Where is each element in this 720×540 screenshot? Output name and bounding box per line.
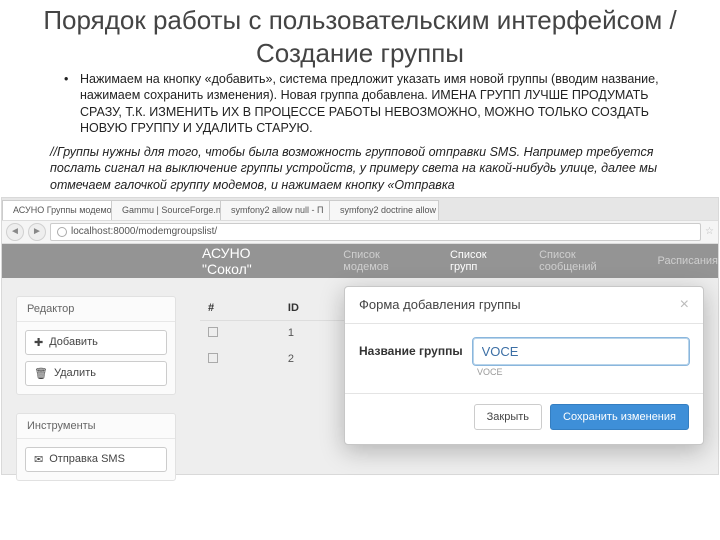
tab-label: symfony2 doctrine allow — [340, 205, 436, 215]
app-header: АСУНО "Сокол" Список модемов Список груп… — [2, 244, 718, 278]
url-text: localhost:8000/modemgroupslist/ — [71, 226, 217, 237]
globe-icon — [57, 227, 67, 237]
group-name-label: Название группы — [359, 344, 463, 358]
nav-groups[interactable]: Список групп — [450, 249, 515, 273]
panel-title: Инструменты — [17, 414, 175, 439]
group-name-input[interactable] — [473, 338, 689, 365]
col-hash: # — [200, 296, 280, 321]
tab-label: АСУНО Группы модемо — [13, 205, 112, 215]
bookmark-icon[interactable]: ☆ — [705, 226, 714, 237]
modal-close-button[interactable]: Закрыть — [474, 404, 542, 430]
trash-icon: 🗑 — [34, 367, 48, 380]
nav-messages[interactable]: Список сообщений — [539, 249, 633, 273]
url-field[interactable]: localhost:8000/modemgroupslist/ — [50, 223, 701, 241]
slide-title: Порядок работы с пользовательским интерф… — [0, 0, 720, 71]
panel-title: Редактор — [17, 297, 175, 322]
add-group-modal: Форма добавления группы × Название групп… — [344, 286, 704, 445]
input-hint: VOCE — [477, 367, 689, 377]
sidebar: Редактор ✚ Добавить 🗑 Удалить Инструменты … — [16, 296, 176, 499]
browser-tabstrip: АСУНО Группы модемо Gammu | SourceForge.… — [2, 198, 718, 220]
browser-tab[interactable]: АСУНО Группы модемо — [2, 200, 112, 220]
browser-tab[interactable]: symfony2 allow null - П — [220, 200, 330, 220]
app-brand[interactable]: АСУНО "Сокол" — [202, 245, 301, 277]
tools-panel: Инструменты ✉ Отправка SMS — [16, 413, 176, 481]
tab-label: Gammu | SourceForge.n — [122, 205, 221, 215]
add-button[interactable]: ✚ Добавить — [25, 330, 167, 355]
browser-tab[interactable]: Gammu | SourceForge.n — [111, 200, 221, 220]
browser-window: АСУНО Группы модемо Gammu | SourceForge.… — [1, 197, 719, 475]
row-checkbox[interactable] — [208, 353, 218, 363]
modal-title: Форма добавления группы — [359, 297, 521, 312]
slide-note: //Группы нужны для того, чтобы была возм… — [0, 142, 720, 197]
modal-save-button[interactable]: Сохранить изменения — [550, 404, 689, 430]
btn-label: Удалить — [54, 367, 96, 379]
close-icon[interactable]: × — [680, 297, 689, 313]
plus-icon: ✚ — [34, 336, 43, 349]
modal-header: Форма добавления группы × — [345, 287, 703, 324]
slide-bullet: Нажимаем на кнопку «добавить», система п… — [0, 71, 720, 142]
delete-button[interactable]: 🗑 Удалить — [25, 361, 167, 386]
browser-tab[interactable]: symfony2 doctrine allow — [329, 200, 439, 220]
row-checkbox[interactable] — [208, 327, 218, 337]
app-body: АСУНО "Сокол" Список модемов Список груп… — [2, 244, 718, 474]
editor-panel: Редактор ✚ Добавить 🗑 Удалить — [16, 296, 176, 395]
nav-schedules[interactable]: Расписания — [658, 255, 718, 267]
forward-button[interactable]: ► — [28, 223, 46, 241]
nav-modems[interactable]: Список модемов — [343, 249, 426, 273]
envelope-icon: ✉ — [34, 453, 43, 466]
btn-label: Добавить — [49, 336, 98, 348]
tab-label: symfony2 allow null - П — [231, 205, 324, 215]
send-sms-button[interactable]: ✉ Отправка SMS — [25, 447, 167, 472]
btn-label: Отправка SMS — [49, 453, 125, 465]
browser-address-bar: ◄ ► localhost:8000/modemgroupslist/ ☆ — [2, 220, 718, 244]
back-button[interactable]: ◄ — [6, 223, 24, 241]
